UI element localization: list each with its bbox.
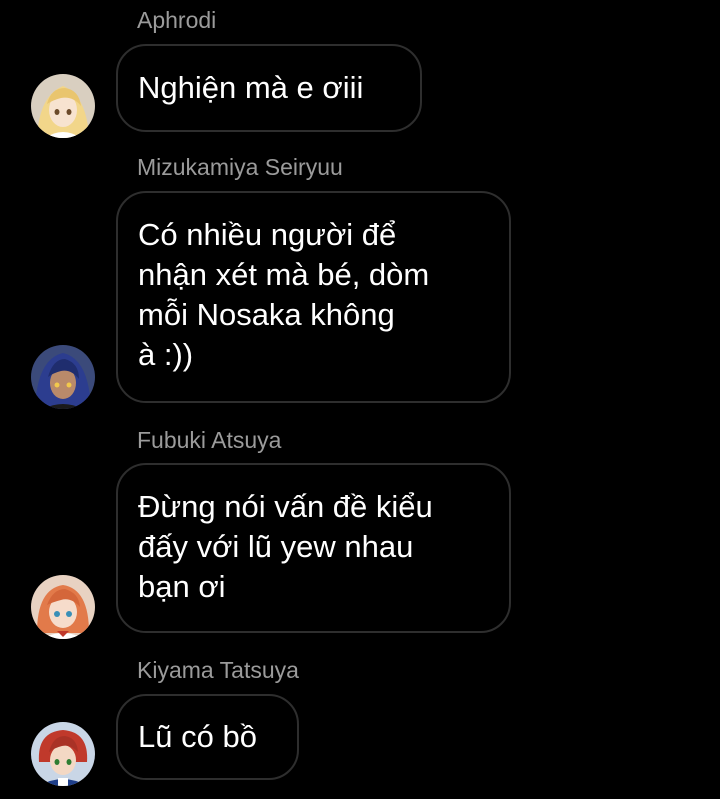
message-bubble[interactable]: Nghiện mà e ơiii [116,44,422,132]
blue-hair-anime-avatar-icon[interactable] [31,345,95,409]
chat-thread: Aphrodi Nghiện mà e ơiii Mizukamiya Seir… [0,0,720,799]
message-bubble[interactable]: Lũ có bồ [116,694,299,780]
red-hair-anime-avatar-icon[interactable] [31,722,95,786]
blonde-anime-avatar-icon[interactable] [31,74,95,138]
sender-name: Mizukamiya Seiryuu [137,154,343,180]
sender-name: Kiyama Tatsuya [137,657,299,683]
sender-name: Fubuki Atsuya [137,427,282,453]
sender-name: Aphrodi [137,7,217,33]
message-bubble[interactable]: Đừng nói vấn đề kiểu đấy với lũ yew nhau… [116,463,511,633]
message-bubble[interactable]: Có nhiều người để nhận xét mà bé, dòm mỗ… [116,191,511,403]
orange-hair-anime-avatar-icon[interactable] [31,575,95,639]
